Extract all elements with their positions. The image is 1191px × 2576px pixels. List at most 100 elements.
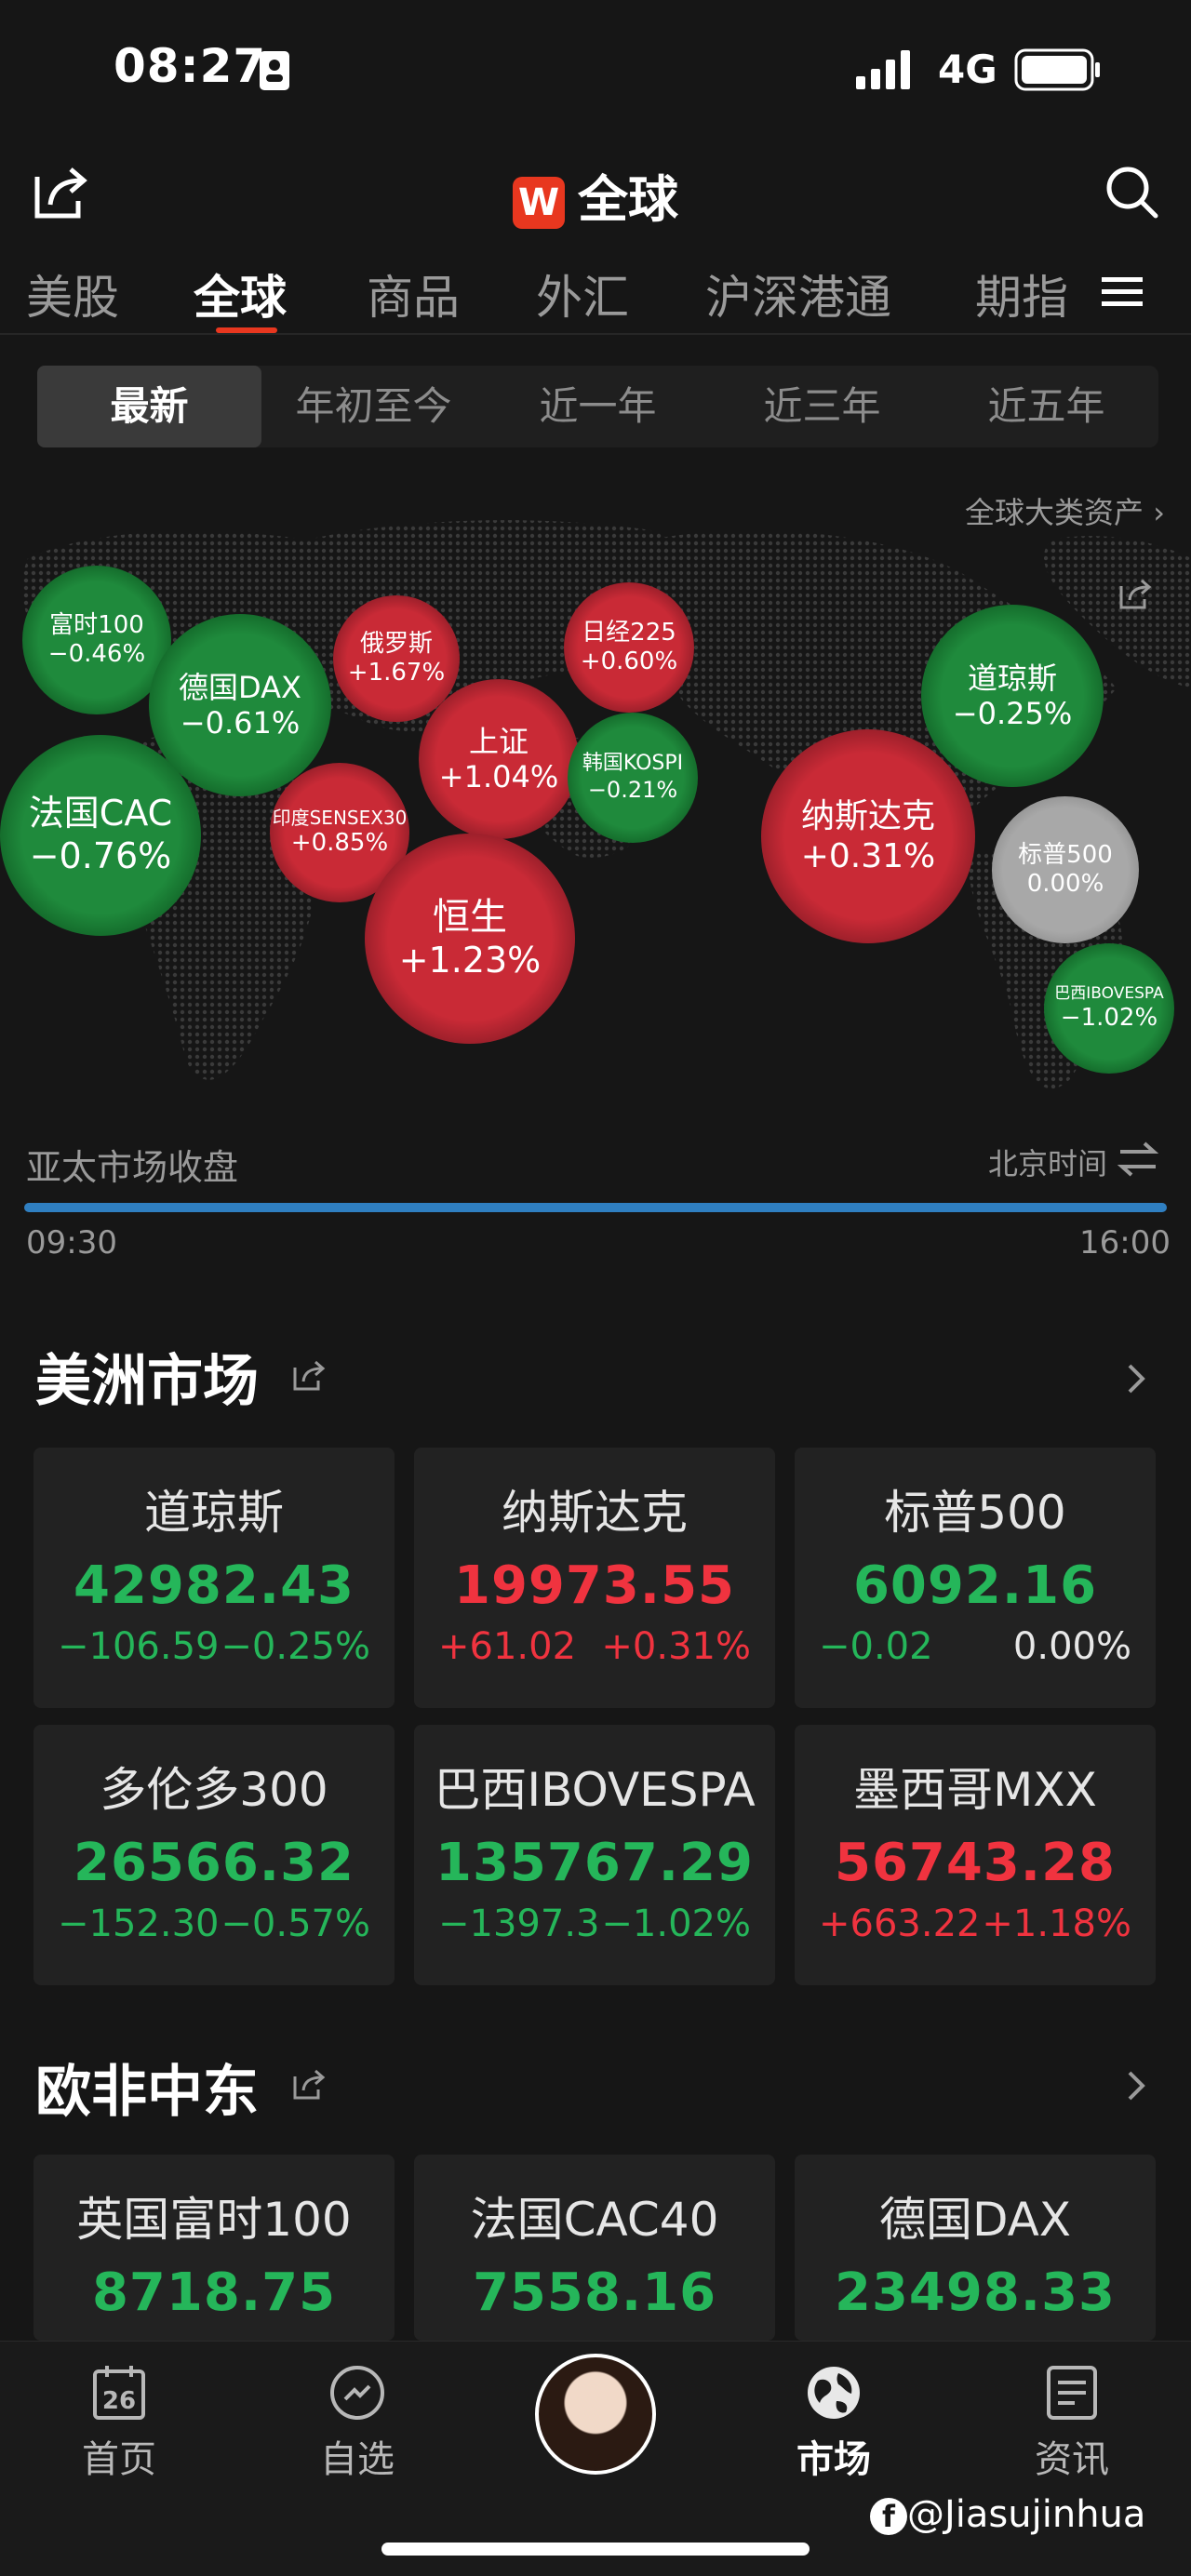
tab-global[interactable]: 全球 [194, 260, 287, 327]
card-price: 135767.29 [435, 1833, 754, 1893]
bubble-hang-seng[interactable]: 恒生 +1.23% [365, 834, 575, 1044]
home-indicator[interactable] [381, 2543, 810, 2556]
tab-index-futures[interactable]: 期指 [975, 260, 1068, 327]
nav-watchlist[interactable]: 自选 [264, 2360, 450, 2483]
bubble-name: 恒生 [433, 896, 507, 940]
bubble-change: +0.60% [580, 647, 678, 675]
bubble-change: −0.61% [180, 705, 301, 741]
bubble-name: 富时100 [49, 610, 144, 639]
nav-news[interactable]: 资讯 [979, 2360, 1165, 2483]
bubble-name: 纳斯达克 [800, 796, 935, 835]
index-card-ibovespa[interactable]: 巴西IBOVESPA 135767.29 −1397.3 −1.02% [414, 1725, 775, 1985]
index-card-dow[interactable]: 道琼斯 42982.43 −106.59 −0.25% [33, 1448, 395, 1708]
card-name: 法国CAC40 [470, 2193, 719, 2247]
session-progress-fill [24, 1203, 1167, 1212]
bubble-change: −0.25% [952, 696, 1073, 731]
bubble-nasdaq[interactable]: 纳斯达克 +0.31% [761, 729, 975, 943]
bubble-sp500[interactable]: 标普500 0.00% [992, 796, 1139, 943]
index-card-tsx300[interactable]: 多伦多300 26566.32 −152.30 −0.57% [33, 1725, 395, 1985]
period-5y[interactable]: 近五年 [934, 366, 1158, 447]
card-price: 42982.43 [73, 1555, 355, 1616]
bubble-name: 韩国KOSPI [582, 752, 684, 776]
tab-stock-connect[interactable]: 沪深港通 [705, 260, 891, 327]
index-card-nasdaq[interactable]: 纳斯达克 19973.55 +61.02 +0.31% [414, 1448, 775, 1708]
emea-chevron-right-icon[interactable] [1126, 2069, 1148, 2102]
emea-title[interactable]: 欧非中东 [35, 2047, 259, 2128]
bubble-dow-jones[interactable]: 道琼斯 −0.25% [921, 605, 1104, 787]
card-change: +61.02 [438, 1625, 577, 1668]
period-1y[interactable]: 近一年 [486, 366, 710, 447]
index-card-sp500[interactable]: 标普500 6092.16 −0.02 0.00% [795, 1448, 1156, 1708]
card-change: −0.02 [819, 1625, 933, 1668]
menu-icon[interactable] [1102, 275, 1143, 309]
nav-label: 自选 [320, 2438, 395, 2481]
session-end: 16:00 [1079, 1224, 1171, 1261]
americas-title[interactable]: 美洲市场 [35, 1336, 259, 1417]
tab-us-stocks[interactable]: 美股 [26, 260, 119, 327]
index-card-ftse100[interactable]: 英国富时100 8718.75 [33, 2155, 395, 2341]
facebook-icon: f [870, 2498, 907, 2535]
calendar-icon: 26 [93, 2366, 145, 2420]
global-assets-link[interactable]: 全球大类资产 › [965, 489, 1165, 532]
tab-forex[interactable]: 外汇 [536, 260, 629, 327]
index-card-cac40[interactable]: 法国CAC40 7558.16 [414, 2155, 775, 2341]
bubble-name: 标普500 [1018, 840, 1113, 869]
period-3y[interactable]: 近三年 [710, 366, 934, 447]
timezone-label[interactable]: 北京时间 [988, 1141, 1107, 1183]
bubble-change: +1.67% [347, 659, 446, 687]
nav-home[interactable]: 26 首页 [26, 2360, 212, 2483]
emea-share-icon[interactable] [292, 2067, 326, 2101]
world-map: 全球大类资产 › 富时100 −0.46% 德国DAX −0.61% 俄罗斯 +… [0, 465, 1191, 1116]
calendar-date: 26 [102, 2387, 136, 2415]
period-ytd[interactable]: 年初至今 [261, 366, 486, 447]
page-title: W 全球 [0, 158, 1191, 232]
bubble-name: 俄罗斯 [359, 629, 433, 658]
bubble-change: +1.04% [438, 759, 559, 794]
bubble-change: 0.00% [1026, 870, 1104, 898]
americas-share-icon[interactable] [292, 1358, 326, 1392]
market-tabs: 美股 全球 商品 外汇 沪深港通 期指 [0, 260, 1191, 335]
avatar[interactable] [535, 2354, 656, 2475]
card-name: 英国富时100 [76, 2193, 352, 2247]
map-share-icon[interactable] [1118, 577, 1152, 610]
card-price: 56743.28 [834, 1833, 1117, 1893]
app-logo: W [513, 177, 565, 230]
globe-icon [808, 2367, 860, 2419]
compass-icon [330, 2366, 384, 2420]
session-progress-track [24, 1203, 1167, 1212]
tab-commodities[interactable]: 商品 [367, 260, 460, 327]
card-name: 道琼斯 [144, 1486, 284, 1540]
period-latest[interactable]: 最新 [37, 366, 261, 447]
bubble-ibovespa[interactable]: 巴西IBOVESPA −1.02% [1044, 943, 1174, 1074]
bubble-change: −0.46% [47, 640, 146, 668]
bubble-shanghai[interactable]: 上证 +1.04% [419, 679, 579, 839]
swap-icon[interactable] [1117, 1141, 1159, 1178]
card-pct: −1.02% [601, 1902, 751, 1945]
bubble-kospi[interactable]: 韩国KOSPI −0.21% [568, 713, 698, 843]
page-title-text: 全球 [578, 170, 678, 229]
index-card-mxx[interactable]: 墨西哥MXX 56743.28 +663.22 +1.18% [795, 1725, 1156, 1985]
nav-label: 首页 [82, 2438, 156, 2481]
index-card-dax[interactable]: 德国DAX 23498.33 [795, 2155, 1156, 2341]
watermark-text: @Jiasujinhua [907, 2493, 1146, 2536]
bubble-nikkei225[interactable]: 日经225 +0.60% [564, 582, 694, 713]
nav-market[interactable]: 市场 [741, 2360, 927, 2483]
bubble-cac[interactable]: 法国CAC −0.76% [0, 735, 201, 936]
card-change: +663.22 [819, 1902, 981, 1945]
nav-label: 资讯 [1035, 2438, 1109, 2481]
bubble-change: +0.31% [800, 837, 936, 875]
status-time: 08:27 [114, 39, 267, 93]
card-name: 墨西哥MXX [853, 1763, 1097, 1817]
card-price: 23498.33 [834, 2262, 1117, 2323]
card-price: 7558.16 [472, 2262, 717, 2323]
nav-label: 市场 [796, 2438, 871, 2481]
bubble-change: +0.85% [290, 829, 389, 858]
americas-chevron-right-icon[interactable] [1126, 1362, 1148, 1395]
bubble-name: 法国CAC [28, 793, 173, 834]
bubble-name: 日经225 [582, 618, 676, 647]
card-price: 19973.55 [453, 1555, 736, 1616]
card-change: −1397.3 [438, 1902, 600, 1945]
search-icon[interactable] [1104, 164, 1159, 220]
card-name: 纳斯达克 [502, 1486, 688, 1540]
bubble-name: 道琼斯 [967, 660, 1057, 696]
